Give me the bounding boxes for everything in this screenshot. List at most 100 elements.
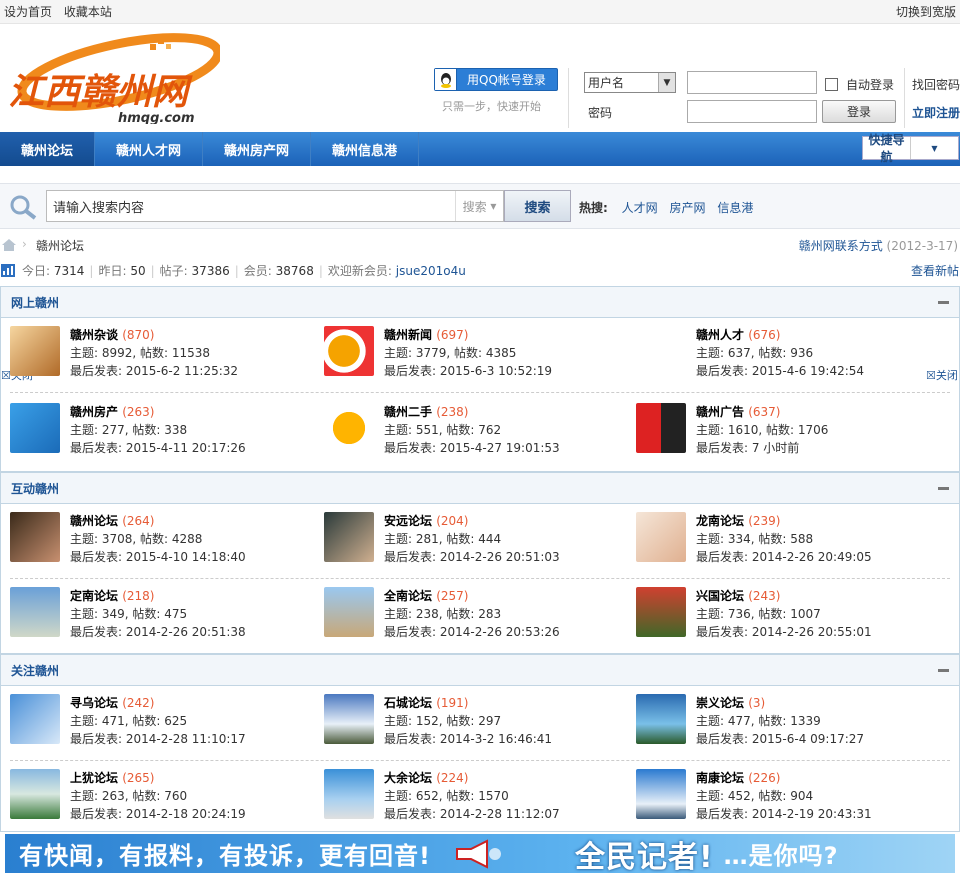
forum-name[interactable]: 定南论坛 (70, 589, 118, 603)
site-logo[interactable]: 江西赣州网 hmqg.com (0, 32, 220, 124)
forum-title[interactable]: 赣州广告 (637) (696, 403, 780, 420)
forum-name[interactable]: 石城论坛 (384, 696, 432, 710)
forum-icon[interactable] (10, 326, 60, 376)
forum-name[interactable]: 大余论坛 (384, 771, 432, 785)
category-title[interactable]: 互动赣州 (11, 480, 59, 497)
forum-last-post[interactable]: 最后发表: 2014-2-26 20:51:03 (384, 548, 560, 565)
forum-last-post[interactable]: 最后发表: 2015-4-27 19:01:53 (384, 439, 560, 456)
category-header[interactable]: 关注赣州 (1, 655, 959, 686)
search-input[interactable]: 请输入搜索内容 搜索 ▾ (46, 190, 504, 222)
forum-title[interactable]: 安远论坛 (204) (384, 512, 468, 529)
category-title[interactable]: 网上赣州 (11, 294, 59, 311)
forum-last-post[interactable]: 最后发表: 2014-2-26 20:53:26 (384, 623, 560, 640)
forum-title[interactable]: 寻乌论坛 (242) (70, 694, 154, 711)
forum-title[interactable]: 赣州二手 (238) (384, 403, 468, 420)
forum-title[interactable]: 大余论坛 (224) (384, 769, 468, 786)
nav-realestate[interactable]: 赣州房产网 (203, 132, 312, 166)
forum-icon[interactable] (636, 587, 686, 637)
forum-last-post[interactable]: 最后发表: 2014-2-28 11:10:17 (70, 730, 246, 747)
forum-icon[interactable] (636, 769, 686, 819)
forum-title[interactable]: 赣州人才 (676) (696, 326, 780, 343)
forum-title[interactable]: 龙南论坛 (239) (696, 512, 780, 529)
forum-icon[interactable] (636, 512, 686, 562)
forum-last-post[interactable]: 最后发表: 7 小时前 (696, 439, 799, 456)
contact-link[interactable]: 赣州网联系方式 (2012-3-17) (799, 237, 958, 254)
forum-name[interactable]: 赣州新闻 (384, 328, 432, 342)
hot-link-info[interactable]: 信息港 (717, 201, 753, 215)
forum-title[interactable]: 赣州新闻 (697) (384, 326, 468, 343)
forum-name[interactable]: 寻乌论坛 (70, 696, 118, 710)
search-type-select[interactable]: 搜索 ▾ (455, 191, 503, 221)
set-home-link[interactable]: 设为首页 (4, 5, 52, 19)
forum-icon[interactable] (10, 694, 60, 744)
forum-name[interactable]: 赣州论坛 (70, 514, 118, 528)
forum-last-post[interactable]: 最后发表: 2015-6-3 10:52:19 (384, 362, 552, 379)
forum-name[interactable]: 南康论坛 (696, 771, 744, 785)
forum-icon[interactable] (324, 769, 374, 819)
reporter-banner[interactable]: 有快闻，有报料，有投诉，更有回音! 全民记者! …是你吗? (5, 834, 955, 873)
find-password-link[interactable]: 找回密码 (912, 76, 960, 93)
view-new-posts-link[interactable]: 查看新帖 (911, 262, 959, 279)
forum-last-post[interactable]: 最后发表: 2014-3-2 16:46:41 (384, 730, 552, 747)
category-header[interactable]: 网上赣州 (1, 287, 959, 318)
username-input[interactable] (687, 71, 817, 94)
forum-name[interactable]: 赣州二手 (384, 405, 432, 419)
forum-icon[interactable] (636, 403, 686, 453)
forum-name[interactable]: 赣州人才 (696, 328, 744, 342)
forum-name[interactable]: 崇义论坛 (696, 696, 744, 710)
qq-login-button[interactable]: 用QQ帐号登录 (434, 68, 558, 91)
category-header[interactable]: 互动赣州 (1, 473, 959, 504)
collapse-icon[interactable] (938, 300, 949, 304)
collapse-icon[interactable] (938, 668, 949, 672)
forum-icon[interactable] (324, 403, 374, 453)
switch-width-link[interactable]: 切换到宽版 (896, 3, 956, 20)
forum-icon[interactable] (324, 512, 374, 562)
forum-name[interactable]: 上犹论坛 (70, 771, 118, 785)
forum-name[interactable]: 全南论坛 (384, 589, 432, 603)
forum-name[interactable]: 龙南论坛 (696, 514, 744, 528)
search-button[interactable]: 搜索 (504, 190, 571, 222)
forum-name[interactable]: 安远论坛 (384, 514, 432, 528)
forum-last-post[interactable]: 最后发表: 2014-2-26 20:55:01 (696, 623, 872, 640)
forum-title[interactable]: 上犹论坛 (265) (70, 769, 154, 786)
register-link[interactable]: 立即注册 (912, 104, 960, 121)
forum-icon[interactable] (324, 694, 374, 744)
forum-icon[interactable] (10, 512, 60, 562)
forum-name[interactable]: 赣州房产 (70, 405, 118, 419)
forum-title[interactable]: 赣州杂谈 (870) (70, 326, 154, 343)
forum-icon[interactable] (10, 587, 60, 637)
home-icon[interactable] (2, 239, 16, 251)
forum-last-post[interactable]: 最后发表: 2014-2-26 20:51:38 (70, 623, 246, 640)
forum-last-post[interactable]: 最后发表: 2014-2-18 20:24:19 (70, 805, 246, 822)
contact-link-label[interactable]: 赣州网联系方式 (799, 239, 883, 253)
nav-forum[interactable]: 赣州论坛 (0, 132, 96, 166)
forum-last-post[interactable]: 最后发表: 2014-2-28 11:12:07 (384, 805, 560, 822)
forum-icon[interactable] (10, 769, 60, 819)
forum-icon[interactable] (636, 694, 686, 744)
forum-title[interactable]: 全南论坛 (257) (384, 587, 468, 604)
forum-icon[interactable] (324, 587, 374, 637)
new-member-link[interactable]: jsue201o4u (396, 264, 466, 278)
forum-icon[interactable] (10, 403, 60, 453)
forum-icon[interactable] (636, 326, 686, 376)
forum-last-post[interactable]: 最后发表: 2015-4-10 14:18:40 (70, 548, 246, 565)
forum-last-post[interactable]: 最后发表: 2014-2-26 20:49:05 (696, 548, 872, 565)
auto-login-checkbox[interactable] (825, 78, 838, 91)
forum-title[interactable]: 兴国论坛 (243) (696, 587, 780, 604)
nav-jobs[interactable]: 赣州人才网 (95, 132, 204, 166)
forum-last-post[interactable]: 最后发表: 2015-6-2 11:25:32 (70, 362, 238, 379)
login-type-select[interactable]: 用户名 ▼ (584, 72, 676, 93)
forum-last-post[interactable]: 最后发表: 2015-6-4 09:17:27 (696, 730, 864, 747)
bookmark-link[interactable]: 收藏本站 (64, 5, 112, 19)
forum-last-post[interactable]: 最后发表: 2015-4-11 20:17:26 (70, 439, 246, 456)
forum-title[interactable]: 定南论坛 (218) (70, 587, 154, 604)
breadcrumb-current[interactable]: 赣州论坛 (36, 237, 84, 254)
forum-title[interactable]: 南康论坛 (226) (696, 769, 780, 786)
hot-link-realestate[interactable]: 房产网 (669, 201, 705, 215)
quick-nav-button[interactable]: 快捷导航 ▼ (862, 133, 959, 164)
forum-name[interactable]: 赣州杂谈 (70, 328, 118, 342)
forum-last-post[interactable]: 最后发表: 2015-4-6 19:42:54 (696, 362, 864, 379)
forum-title[interactable]: 赣州房产 (263) (70, 403, 154, 420)
nav-info[interactable]: 赣州信息港 (311, 132, 420, 166)
forum-last-post[interactable]: 最后发表: 2014-2-19 20:43:31 (696, 805, 872, 822)
